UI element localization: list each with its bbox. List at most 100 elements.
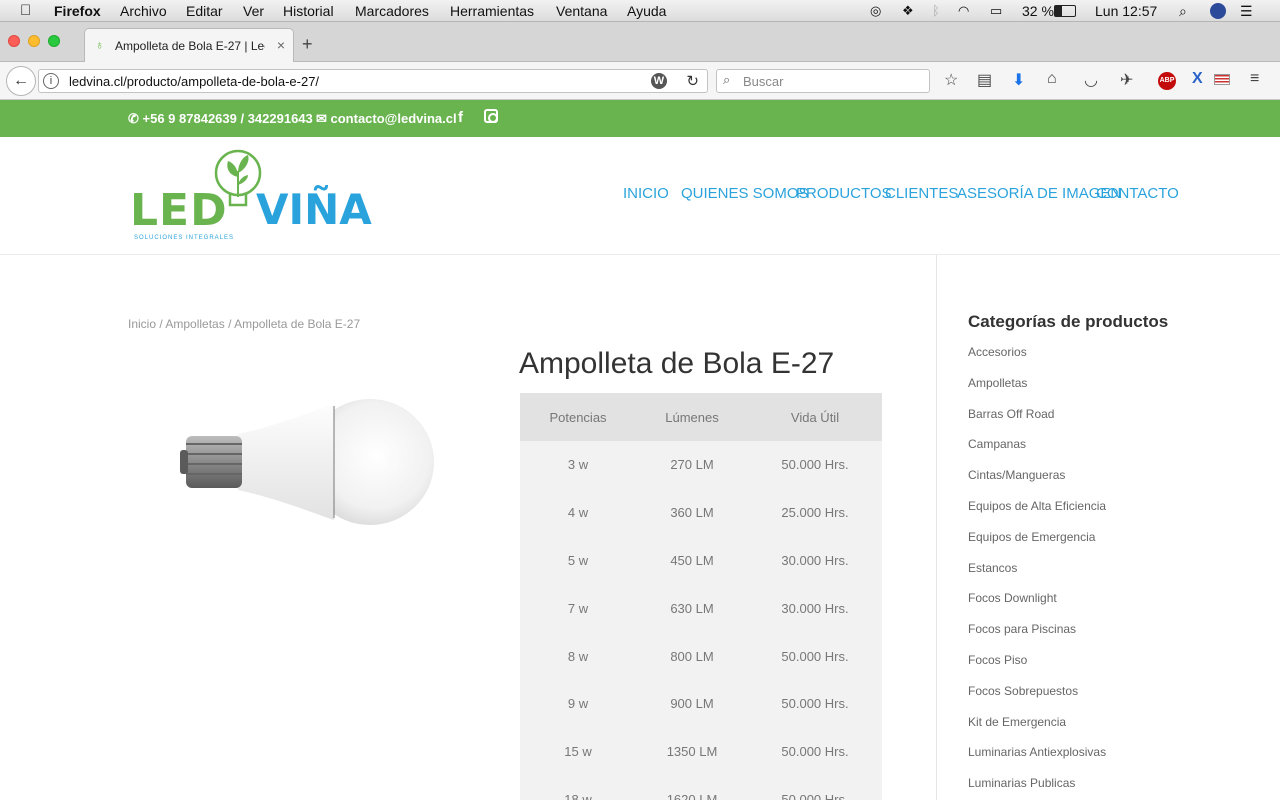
header-lumenes: Lúmenes	[665, 409, 719, 425]
close-tab-icon[interactable]: ×	[277, 37, 285, 53]
creative-cloud-icon[interactable]: ◎	[870, 3, 881, 19]
clock[interactable]: Lun 12:57	[1095, 3, 1157, 19]
downloads-icon[interactable]: ⬇	[1012, 70, 1025, 90]
menu-herramientas[interactable]: Herramientas	[450, 3, 534, 19]
search-input[interactable]: ⌕ Buscar	[716, 69, 930, 93]
menu-historial[interactable]: Historial	[283, 3, 334, 19]
translate-x-icon[interactable]: X	[1192, 70, 1203, 88]
site-info-icon[interactable]: i	[43, 73, 59, 89]
back-button[interactable]: ←	[6, 66, 36, 96]
table-row: 4 w 360 LM 25.000 Hrs.	[520, 489, 882, 537]
tab-active[interactable]: ♁ Ampolleta de Bola E-27 | Led ×	[84, 28, 294, 62]
extension-icon[interactable]: ✈	[1120, 70, 1133, 90]
menu-ventana[interactable]: Ventana	[556, 3, 607, 19]
product-image-bulb[interactable]	[176, 392, 440, 532]
table-row: 8 w 800 LM 50.000 Hrs.	[520, 632, 882, 680]
reload-icon[interactable]: ↻	[686, 72, 699, 90]
table-row: 3 w 270 LM 50.000 Hrs.	[520, 441, 882, 489]
table-row: 7 w 630 LM 30.000 Hrs.	[520, 584, 882, 632]
wifi-icon[interactable]: ◠	[958, 3, 969, 19]
minimize-window-button[interactable]	[28, 35, 40, 47]
site-top-bar: ✆ +56 9 87842639 / 342291643 ✉ contacto@…	[0, 100, 1280, 137]
menu-firefox[interactable]: Firefox	[54, 3, 101, 19]
spotlight-icon[interactable]: ⌕	[1179, 3, 1187, 20]
close-window-button[interactable]	[8, 35, 20, 47]
cell-vida-util: 25.000 Hrs.	[781, 505, 849, 521]
logo-tagline: SOLUCIONES INTEGRALES	[134, 235, 235, 241]
menu-ver[interactable]: Ver	[243, 3, 264, 19]
cell-lumenes: 1350 LM	[666, 744, 718, 760]
category-link[interactable]: Cintas/Mangueras	[968, 465, 1106, 496]
cell-lumenes: 450 LM	[670, 552, 714, 568]
dropbox-icon[interactable]: ❖	[902, 3, 914, 19]
zoom-window-button[interactable]	[48, 35, 60, 47]
category-link[interactable]: Equipos de Emergencia	[968, 527, 1106, 558]
cell-vida-util: 50.000 Hrs.	[781, 696, 849, 712]
breadcrumb-home[interactable]: Inicio	[128, 317, 156, 331]
breadcrumb-category[interactable]: Ampolletas	[165, 317, 224, 331]
nav-contacto[interactable]: CONTACTO	[1096, 185, 1179, 202]
category-link[interactable]: Focos para Piscinas	[968, 619, 1106, 650]
nav-inicio[interactable]: INICIO	[623, 185, 669, 202]
category-link[interactable]: Kit de Emergencia	[968, 712, 1106, 743]
bookmark-star-icon[interactable]: ☆	[944, 70, 958, 90]
adblock-icon[interactable]: ABP	[1158, 72, 1176, 90]
facebook-icon[interactable]: f	[458, 109, 463, 126]
home-icon[interactable]: ⌂	[1047, 70, 1057, 88]
tab-strip: ♁ Ampolleta de Bola E-27 | Led × +	[0, 22, 1280, 62]
cell-potencia: 3 w	[567, 457, 589, 473]
phone-link[interactable]: ✆ +56 9 87842639 / 342291643	[128, 111, 313, 127]
nav-productos[interactable]: PRODUCTOS	[796, 185, 892, 202]
cell-potencia: 7 w	[567, 600, 589, 616]
reading-list-icon[interactable]: ▤	[977, 70, 992, 90]
logo-led-text: LED	[130, 185, 228, 236]
email-link[interactable]: ✉ contacto@ledvina.cl	[316, 111, 457, 127]
pocket-icon[interactable]: ◡	[1084, 70, 1098, 90]
table-header-row: Potencias Lúmenes Vida Útil	[520, 393, 882, 441]
cell-potencia: 8 w	[567, 648, 589, 664]
url-bar[interactable]: i ledvina.cl/producto/ampolleta-de-bola-…	[38, 69, 708, 93]
category-list: Accesorios Ampolletas Barras Off Road Ca…	[968, 342, 1106, 800]
us-flag-icon[interactable]	[1214, 74, 1230, 85]
siri-icon[interactable]	[1210, 3, 1226, 19]
category-link[interactable]: Equipos de Alta Eficiencia	[968, 496, 1106, 527]
battery-icon[interactable]	[1054, 5, 1076, 17]
sidebar-divider	[936, 255, 937, 800]
category-link[interactable]: Focos Downlight	[968, 588, 1106, 619]
cell-vida-util: 50.000 Hrs.	[781, 648, 849, 664]
cell-lumenes: 900 LM	[670, 696, 714, 712]
category-link[interactable]: Focos Sobrepuestos	[968, 681, 1106, 712]
nav-clientes[interactable]: CLIENTES	[885, 185, 958, 202]
cell-lumenes: 630 LM	[670, 600, 714, 616]
hamburger-menu-icon[interactable]: ≡	[1250, 70, 1259, 88]
nav-quienes-somos[interactable]: QUIENES SOMOS	[681, 185, 809, 202]
cell-vida-util: 50.000 Hrs.	[781, 457, 849, 473]
header-vida-util: Vida Útil	[790, 409, 840, 425]
url-text: ledvina.cl/producto/ampolleta-de-bola-e-…	[69, 74, 320, 89]
menu-marcadores[interactable]: Marcadores	[355, 3, 429, 19]
menu-editar[interactable]: Editar	[186, 3, 223, 19]
cell-vida-util: 30.000 Hrs.	[781, 600, 849, 616]
cell-vida-util: 30.000 Hrs.	[781, 552, 849, 568]
apple-icon[interactable]: 	[20, 2, 31, 19]
instagram-icon[interactable]	[484, 109, 498, 123]
airplay-icon[interactable]: ▭	[990, 3, 1002, 19]
category-link[interactable]: Ampolletas	[968, 373, 1106, 404]
logo-vina-text: VIÑA	[256, 185, 372, 234]
breadcrumb: Inicio / Ampolletas / Ampolleta de Bola …	[128, 317, 360, 331]
category-link[interactable]: Luminarias Publicas	[968, 773, 1106, 800]
category-link[interactable]: Estancos	[968, 558, 1106, 589]
category-link[interactable]: Campanas	[968, 434, 1106, 465]
notification-center-icon[interactable]: ☰	[1240, 3, 1253, 20]
site-logo[interactable]: LED VIÑA SOLUCIONES INTEGRALES	[130, 147, 372, 243]
menu-archivo[interactable]: Archivo	[120, 3, 167, 19]
cell-potencia: 5 w	[567, 552, 589, 568]
menu-ayuda[interactable]: Ayuda	[627, 3, 666, 19]
category-link[interactable]: Barras Off Road	[968, 404, 1106, 435]
spec-table: Potencias Lúmenes Vida Útil 3 w 270 LM 5…	[520, 393, 882, 800]
new-tab-button[interactable]: +	[302, 34, 313, 55]
bluetooth-icon[interactable]: ᛒ	[932, 3, 940, 18]
category-link[interactable]: Luminarias Antiexplosivas	[968, 742, 1106, 773]
category-link[interactable]: Focos Piso	[968, 650, 1106, 681]
category-link[interactable]: Accesorios	[968, 342, 1106, 373]
